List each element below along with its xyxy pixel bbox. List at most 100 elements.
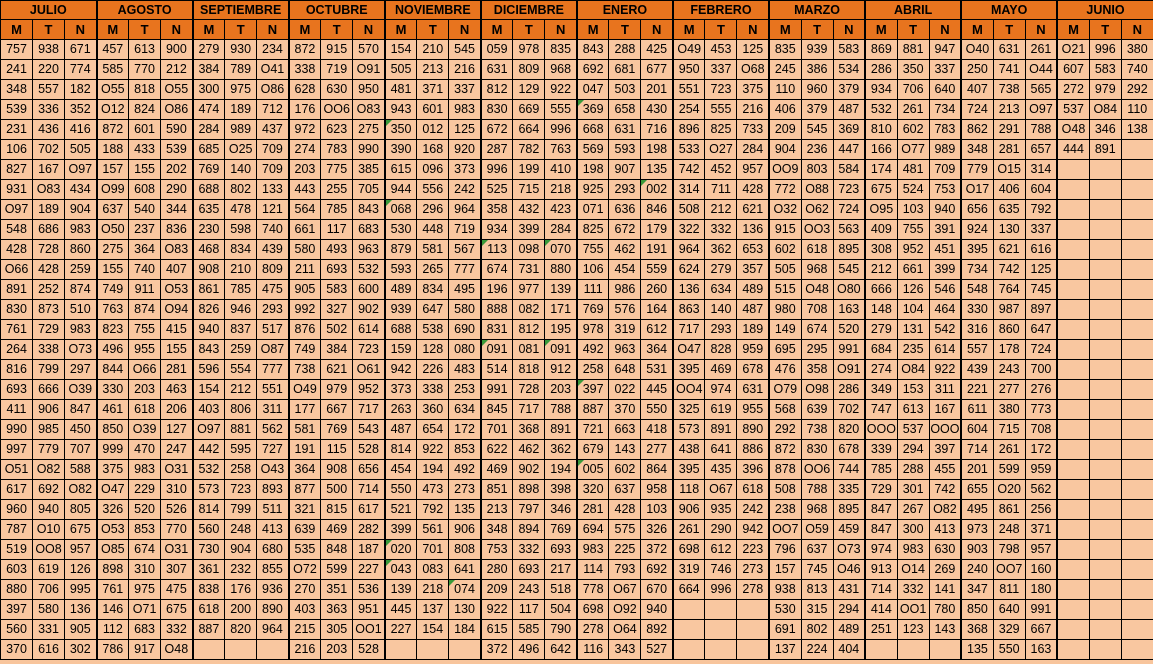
- table-cell[interactable]: 990: [352, 139, 386, 160]
- table-cell[interactable]: 543: [352, 419, 386, 440]
- table-cell[interactable]: 680: [256, 539, 290, 560]
- table-cell[interactable]: 583: [1088, 59, 1122, 80]
- shift-header[interactable]: M: [960, 19, 994, 40]
- table-cell[interactable]: 608: [128, 179, 162, 200]
- table-cell[interactable]: 892: [640, 619, 674, 640]
- table-cell[interactable]: 510: [64, 299, 98, 320]
- table-cell[interactable]: 528: [352, 439, 386, 460]
- table-cell[interactable]: 934: [864, 79, 898, 100]
- table-cell[interactable]: 611: [960, 399, 994, 420]
- table-cell[interactable]: 281: [160, 359, 194, 380]
- table-cell[interactable]: 809: [512, 59, 546, 80]
- table-cell[interactable]: 983: [896, 539, 930, 560]
- table-cell[interactable]: 287: [479, 139, 514, 160]
- table-cell[interactable]: 672: [479, 119, 514, 140]
- table-cell[interactable]: [1120, 439, 1153, 460]
- table-cell[interactable]: 724: [1024, 339, 1058, 360]
- table-cell[interactable]: OO3: [800, 219, 834, 240]
- table-cell[interactable]: 515: [768, 279, 802, 300]
- table-cell[interactable]: O95: [864, 199, 898, 220]
- table-cell[interactable]: [1056, 439, 1090, 460]
- shift-header[interactable]: M: [287, 19, 322, 40]
- table-cell[interactable]: [1120, 559, 1153, 580]
- table-cell[interactable]: 530: [768, 599, 802, 620]
- table-cell[interactable]: O92: [608, 599, 642, 620]
- table-cell[interactable]: 481: [383, 79, 418, 100]
- table-cell[interactable]: 557: [32, 79, 66, 100]
- table-cell[interactable]: 114: [575, 559, 610, 580]
- shift-header[interactable]: M: [671, 19, 706, 40]
- table-cell[interactable]: 281: [992, 139, 1026, 160]
- table-cell[interactable]: [1088, 539, 1122, 560]
- table-cell[interactable]: 311: [928, 379, 962, 400]
- table-cell[interactable]: 278: [575, 619, 610, 640]
- table-cell[interactable]: 520: [128, 499, 162, 520]
- table-cell[interactable]: 675: [864, 179, 898, 200]
- table-cell[interactable]: 888: [479, 299, 514, 320]
- table-cell[interactable]: 711: [704, 179, 738, 200]
- table-cell[interactable]: 002: [640, 179, 674, 200]
- table-cell[interactable]: 248: [224, 519, 258, 540]
- table-cell[interactable]: 851: [479, 479, 514, 500]
- table-cell[interactable]: 360: [416, 399, 450, 420]
- table-cell[interactable]: 581: [416, 239, 450, 260]
- table-cell[interactable]: 863: [671, 299, 706, 320]
- table-cell[interactable]: 505: [383, 59, 418, 80]
- table-cell[interactable]: 532: [352, 259, 386, 280]
- table-cell[interactable]: 363: [320, 599, 354, 620]
- shift-header[interactable]: T: [1088, 19, 1122, 40]
- table-cell[interactable]: 255: [320, 179, 354, 200]
- table-cell[interactable]: 891: [704, 419, 738, 440]
- table-cell[interactable]: 635: [992, 199, 1026, 220]
- table-cell[interactable]: 294: [896, 439, 930, 460]
- table-cell[interactable]: 740: [128, 259, 162, 280]
- table-cell[interactable]: 792: [416, 499, 450, 520]
- table-cell[interactable]: 989: [928, 139, 962, 160]
- table-cell[interactable]: 182: [64, 79, 98, 100]
- table-cell[interactable]: 232: [224, 559, 258, 580]
- table-cell[interactable]: OO9: [768, 159, 802, 180]
- table-cell[interactable]: OO7: [768, 519, 802, 540]
- table-cell[interactable]: O66: [0, 259, 34, 280]
- table-cell[interactable]: 601: [416, 99, 450, 120]
- table-cell[interactable]: 505: [768, 259, 802, 280]
- table-cell[interactable]: 671: [64, 39, 98, 60]
- table-cell[interactable]: 368: [512, 419, 546, 440]
- table-cell[interactable]: 895: [832, 499, 866, 520]
- table-cell[interactable]: 570: [352, 39, 386, 60]
- table-cell[interactable]: [1056, 339, 1090, 360]
- table-cell[interactable]: 520: [832, 319, 866, 340]
- table-cell[interactable]: 683: [352, 219, 386, 240]
- table-cell[interactable]: 847: [864, 519, 898, 540]
- table-cell[interactable]: 331: [32, 619, 66, 640]
- table-cell[interactable]: O31: [160, 459, 194, 480]
- table-cell[interactable]: 818: [512, 359, 546, 380]
- table-cell[interactable]: 261: [992, 439, 1026, 460]
- table-cell[interactable]: 792: [1024, 199, 1058, 220]
- table-cell[interactable]: 332: [512, 539, 546, 560]
- shift-header[interactable]: N: [256, 19, 290, 40]
- table-cell[interactable]: O17: [960, 179, 994, 200]
- table-cell[interactable]: 728: [512, 379, 546, 400]
- table-cell[interactable]: 987: [992, 299, 1026, 320]
- table-cell[interactable]: 886: [736, 439, 770, 460]
- table-cell[interactable]: 436: [32, 119, 66, 140]
- table-cell[interactable]: 602: [768, 239, 802, 260]
- table-cell[interactable]: 670: [640, 579, 674, 600]
- table-cell[interactable]: 351: [320, 579, 354, 600]
- table-cell[interactable]: 641: [448, 559, 482, 580]
- shift-header[interactable]: M: [575, 19, 610, 40]
- table-cell[interactable]: 110: [1120, 99, 1153, 120]
- table-cell[interactable]: [416, 639, 450, 660]
- table-cell[interactable]: [1088, 179, 1122, 200]
- table-cell[interactable]: 272: [1056, 79, 1090, 100]
- table-cell[interactable]: O79: [768, 379, 802, 400]
- table-cell[interactable]: 189: [736, 319, 770, 340]
- table-cell[interactable]: 251: [864, 619, 898, 640]
- table-cell[interactable]: O66: [128, 359, 162, 380]
- table-cell[interactable]: 666: [32, 379, 66, 400]
- table-cell[interactable]: 432: [512, 199, 546, 220]
- table-cell[interactable]: 212: [224, 379, 258, 400]
- table-cell[interactable]: 717: [512, 399, 546, 420]
- table-cell[interactable]: 734: [928, 99, 962, 120]
